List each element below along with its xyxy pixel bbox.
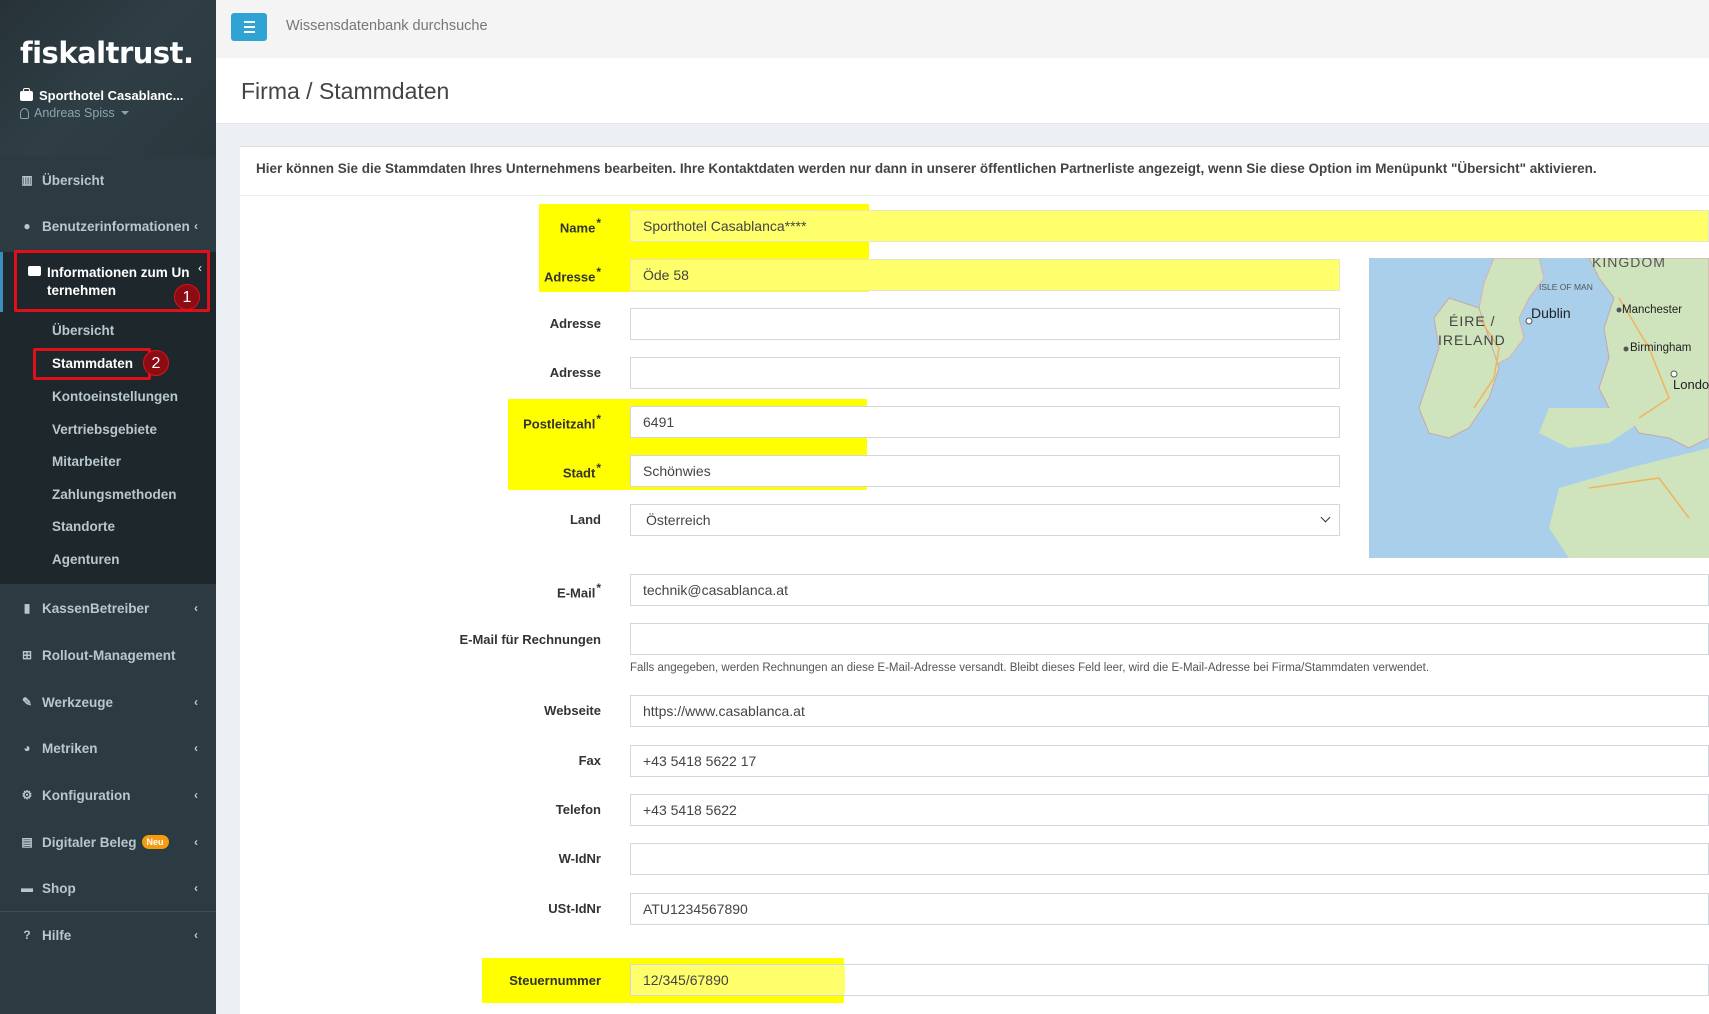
cogs-icon: ⚙ bbox=[21, 788, 33, 802]
label-address-2: Adresse bbox=[549, 316, 601, 331]
wrench-icon: ✎ bbox=[21, 695, 33, 709]
map-label-dublin: Dublin bbox=[1531, 305, 1571, 321]
subnav-mitarbeiter[interactable]: Mitarbeiter bbox=[52, 454, 121, 469]
phone-input[interactable]: +43 5418 5622 bbox=[630, 794, 1709, 826]
credit-card-icon: ▬ bbox=[21, 881, 33, 895]
ustidnr-input[interactable]: ATU1234567890 bbox=[630, 893, 1709, 925]
intro-divider bbox=[240, 195, 1709, 196]
label-country: Land bbox=[569, 512, 601, 527]
menu-toggle-button[interactable] bbox=[231, 13, 267, 41]
map-label-isle-of-man: ISLE OF MAN bbox=[1539, 282, 1593, 292]
chevron-left-icon: ‹ bbox=[194, 219, 198, 233]
file-icon: ▤ bbox=[21, 835, 33, 849]
chevron-left-icon: ‹ bbox=[194, 835, 198, 849]
subnav-standorte[interactable]: Standorte bbox=[52, 519, 115, 534]
caret-down-icon bbox=[120, 111, 129, 115]
website-input[interactable]: https://www.casablanca.at bbox=[630, 695, 1709, 727]
nav-digitaler-beleg[interactable]: ▤ Digitaler Beleg Neu ‹ bbox=[0, 820, 216, 864]
chevron-left-icon: ‹ bbox=[194, 741, 198, 755]
brand-header: fiskaltrust. Sporthotel Casablanc... And… bbox=[0, 0, 216, 156]
label-address-1: Adresse* bbox=[544, 265, 601, 285]
zip-input[interactable]: 6491 bbox=[630, 406, 1340, 438]
map-label-manchester: Manchester bbox=[1622, 304, 1682, 316]
address-1-input[interactable]: Öde 58 bbox=[630, 259, 1340, 291]
nav-kassenbetreiber[interactable]: ▮ KassenBetreiber ‹ bbox=[0, 586, 216, 630]
question-circle-icon: ? bbox=[23, 928, 31, 942]
nav-metriken[interactable]: ◕ Metriken ‹ bbox=[0, 726, 216, 770]
nav-uebersicht[interactable]: ▥ Übersicht bbox=[0, 158, 216, 202]
intro-text: Hier können Sie die Stammdaten Ihres Unt… bbox=[256, 161, 1597, 176]
city-input[interactable]: Schönwies bbox=[630, 455, 1340, 487]
user-icon bbox=[20, 108, 29, 119]
user-circle-icon: ● bbox=[23, 219, 31, 233]
label-website: Webseite bbox=[544, 703, 601, 718]
subnav-kontoeinstellungen[interactable]: Kontoeinstellungen bbox=[52, 389, 178, 404]
invoice-email-input[interactable] bbox=[630, 623, 1709, 655]
sidebar: fiskaltrust. Sporthotel Casablanc... And… bbox=[0, 0, 216, 1014]
sidebar-divider bbox=[0, 911, 216, 912]
nav-werkzeuge[interactable]: ✎ Werkzeuge ‹ bbox=[0, 680, 216, 724]
annotation-badge-2: 2 bbox=[143, 350, 169, 376]
label-invoice-email: E-Mail für Rechnungen bbox=[459, 632, 601, 647]
label-fax: Fax bbox=[578, 753, 601, 768]
map-label-eire: ÉIRE / bbox=[1449, 313, 1495, 329]
label-ustidnr: USt-IdNr bbox=[548, 901, 601, 916]
label-address-3: Adresse bbox=[549, 365, 601, 380]
address-3-input[interactable] bbox=[630, 357, 1340, 389]
label-zip: Postleitzahl* bbox=[523, 412, 601, 432]
fiskaltrust-logo[interactable]: fiskaltrust. bbox=[20, 36, 194, 70]
briefcase-icon bbox=[20, 88, 33, 101]
map-label-birmingham: Birmingham bbox=[1630, 342, 1691, 354]
widnr-input[interactable] bbox=[630, 843, 1709, 875]
chevron-left-icon: ‹ bbox=[194, 788, 198, 802]
location-map[interactable]: KINGDOM ISLE OF MAN ÉIRE / IRELAND Dubli… bbox=[1369, 258, 1709, 558]
subnav-vertriebsgebiete[interactable]: Vertriebsgebiete bbox=[52, 422, 157, 437]
hamburger-icon bbox=[244, 21, 255, 23]
chevron-left-icon: ‹ bbox=[194, 881, 198, 895]
chevron-left-icon: ‹ bbox=[194, 695, 198, 709]
label-name: Name* bbox=[559, 216, 601, 236]
calculator-icon: ▮ bbox=[23, 601, 31, 615]
name-input[interactable]: Sporthotel Casablanca**** bbox=[630, 210, 1709, 242]
nav-benutzerinformationen[interactable]: ● Benutzerinformationen ‹ bbox=[0, 204, 216, 248]
chevron-left-icon: ‹ bbox=[194, 601, 198, 615]
map-label-kingdom: KINGDOM bbox=[1592, 258, 1666, 270]
address-2-input[interactable] bbox=[630, 308, 1340, 340]
subnav-zahlungsmethoden[interactable]: Zahlungsmethoden bbox=[52, 487, 177, 502]
new-badge: Neu bbox=[141, 835, 169, 849]
nav-rollout-management[interactable]: ⊞ Rollout-Management bbox=[0, 633, 216, 677]
page-title: Firma / Stammdaten bbox=[241, 78, 450, 104]
plus-square-icon: ⊞ bbox=[21, 648, 33, 662]
chevron-left-icon: ‹ bbox=[194, 928, 198, 942]
pie-chart-icon: ◕ bbox=[23, 741, 31, 755]
map-label-london: Londo bbox=[1673, 377, 1709, 392]
fax-input[interactable]: +43 5418 5622 17 bbox=[630, 745, 1709, 777]
invoice-email-help: Falls angegeben, werden Rechnungen an di… bbox=[630, 662, 1430, 674]
nav-konfiguration[interactable]: ⚙ Konfiguration ‹ bbox=[0, 773, 216, 817]
knowledge-search-input[interactable]: Wissensdatenbank durchsuche bbox=[286, 18, 488, 34]
label-tax-number: Steuernummer bbox=[509, 973, 601, 988]
subnav-uebersicht[interactable]: Übersicht bbox=[52, 323, 114, 338]
map-graphic: KINGDOM ISLE OF MAN ÉIRE / IRELAND Dubli… bbox=[1369, 258, 1709, 558]
label-widnr: W-IdNr bbox=[558, 851, 601, 866]
label-phone: Telefon bbox=[555, 802, 601, 817]
email-input[interactable]: technik@casablanca.at bbox=[630, 574, 1709, 606]
map-label-ireland: IRELAND bbox=[1438, 332, 1506, 348]
country-select[interactable]: Österreich bbox=[630, 504, 1340, 536]
tax-number-input[interactable]: 12/345/67890 bbox=[630, 964, 1709, 996]
subnav-agenturen[interactable]: Agenturen bbox=[52, 552, 120, 567]
annotation-badge-1: 1 bbox=[174, 284, 200, 310]
page-header: Firma / Stammdaten bbox=[216, 58, 1709, 124]
annotation-box-2 bbox=[33, 348, 151, 380]
nav-shop[interactable]: ▬ Shop ‹ bbox=[0, 866, 216, 910]
user-menu[interactable]: Andreas Spiss bbox=[20, 106, 129, 120]
label-email: E-Mail* bbox=[557, 581, 601, 601]
nav-hilfe[interactable]: ? Hilfe ‹ bbox=[0, 913, 216, 957]
topbar: Wissensdatenbank durchsuche bbox=[216, 0, 1709, 59]
company-name[interactable]: Sporthotel Casablanc... bbox=[20, 88, 183, 103]
label-city: Stadt* bbox=[562, 461, 601, 481]
chevron-down-icon bbox=[1320, 512, 1331, 523]
bar-chart-icon: ▥ bbox=[21, 173, 33, 187]
